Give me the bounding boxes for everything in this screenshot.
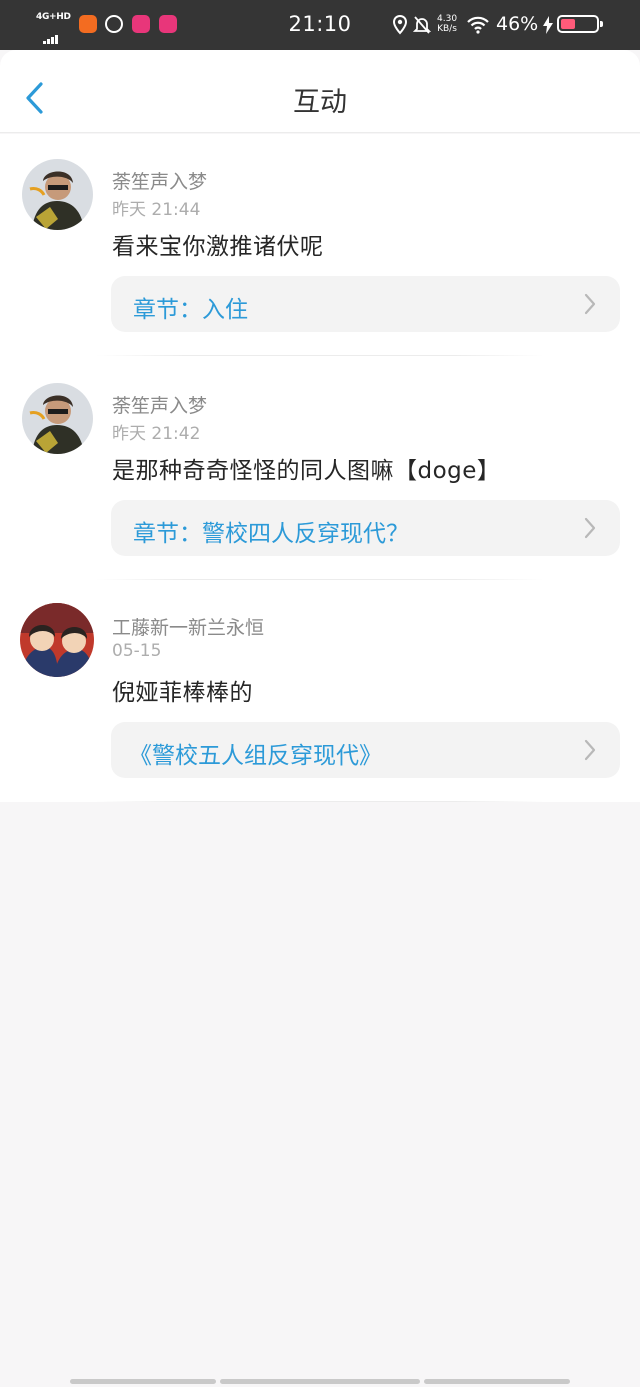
list-item: 荼笙声入梦 昨天 21:44 看来宝你激推诸伏呢 章节：入住 (0, 134, 640, 356)
list-item: 荼笙声入梦 昨天 21:42 是那种奇奇怪怪的同人图嘛【doge】 章节：警校四… (0, 358, 640, 580)
username[interactable]: 工藤新一新兰永恒 (112, 613, 264, 640)
top-bar: 互动 (0, 50, 640, 132)
charging-icon (543, 16, 553, 34)
source-label: 章节：入住 (133, 297, 248, 323)
chevron-right-icon (584, 739, 596, 761)
interaction-list: 荼笙声入梦 昨天 21:44 看来宝你激推诸伏呢 章节：入住 荼笙声入梦 昨天 … (0, 134, 640, 802)
nav-gesture-bar[interactable] (424, 1379, 570, 1384)
wifi-icon (467, 16, 489, 34)
location-icon (392, 15, 408, 35)
list-item: 工藤新一新兰永恒 05-15 倪娅菲棒棒的 《警校五人组反穿现代》 (0, 580, 640, 802)
mute-bell-icon (413, 16, 431, 34)
source-link[interactable]: 《警校五人组反穿现代》 (111, 722, 620, 778)
battery-percent: 46% (496, 13, 539, 35)
source-label: 《警校五人组反穿现代》 (129, 743, 382, 769)
nav-gesture-bar[interactable] (70, 1379, 216, 1384)
avatar[interactable] (22, 383, 93, 454)
chevron-right-icon (584, 517, 596, 539)
status-bar: 4G+HD 21:10 4.30 KB/s 46% (0, 0, 640, 50)
page-title: 互动 (293, 87, 347, 118)
timestamp: 05-15 (112, 641, 162, 661)
divider (96, 801, 544, 802)
timestamp: 昨天 21:42 (112, 424, 201, 444)
chevron-right-icon (584, 293, 596, 315)
username[interactable]: 荼笙声入梦 (112, 391, 207, 418)
avatar[interactable] (20, 603, 94, 677)
comment-text[interactable]: 看来宝你激推诸伏呢 (112, 227, 324, 261)
network-speed: 4.30 KB/s (437, 14, 457, 34)
timestamp: 昨天 21:44 (112, 200, 201, 220)
battery-icon (557, 15, 603, 33)
username[interactable]: 荼笙声入梦 (112, 167, 207, 194)
divider (96, 355, 544, 356)
comment-text[interactable]: 是那种奇奇怪怪的同人图嘛【doge】 (112, 451, 500, 485)
source-link[interactable]: 章节：入住 (111, 276, 620, 332)
source-link[interactable]: 章节：警校四人反穿现代？ (111, 500, 620, 556)
nav-gesture-bar[interactable] (220, 1379, 420, 1384)
speed-value: 4.30 (437, 14, 458, 24)
avatar[interactable] (22, 159, 93, 230)
source-label: 章节：警校四人反穿现代？ (133, 521, 409, 547)
speed-unit: KB/s (437, 24, 457, 34)
comment-text[interactable]: 倪娅菲棒棒的 (112, 673, 253, 707)
